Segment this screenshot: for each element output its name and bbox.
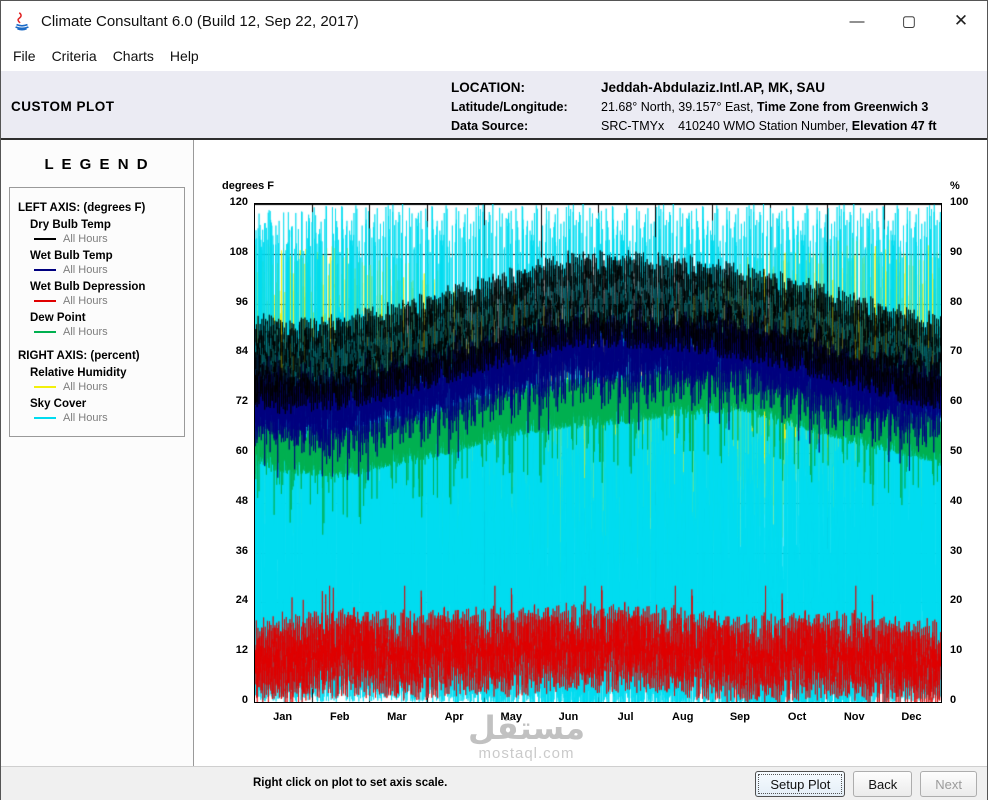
timezone-value: Time Zone from Greenwich 3 [756, 100, 929, 114]
latlong-value: 21.68° North, 39.157° East, [601, 100, 757, 114]
right-axis-tick: 40 [950, 494, 963, 507]
legend-entry-sky-cover: Sky Cover All Hours [30, 398, 180, 424]
right-axis-tick: 50 [950, 445, 963, 457]
wet-bulb-depression-line-swatch [34, 300, 56, 302]
java-icon [15, 12, 29, 31]
location-label: LOCATION: [451, 80, 525, 95]
legend-entry-dew-point: Dew Point All Hours [30, 312, 180, 338]
legend-panel: L E G E N D LEFT AXIS: (degrees F) Dry B… [1, 140, 194, 766]
window-title: Climate Consultant 6.0 (Build 12, Sep 22… [41, 12, 359, 30]
legend-entry-hours: All Hours [63, 326, 108, 338]
left-axis-tick: 84 [235, 345, 248, 358]
left-axis-tick: 120 [229, 196, 248, 208]
relative-humidity-line-swatch [34, 386, 56, 388]
axis-scale-hint: Right click on plot to set axis scale. [253, 777, 448, 789]
left-axis-tick: 12 [235, 644, 248, 657]
month-label: Dec [901, 711, 922, 723]
right-axis-tick: 70 [950, 345, 963, 358]
month-label: Mar [387, 711, 407, 723]
legend-right-axis-section: RIGHT AXIS: (percent) [18, 350, 140, 362]
legend-entry-relative-humidity: Relative Humidity All Hours [30, 367, 180, 393]
left-axis-tick: 72 [235, 395, 248, 408]
chart-panel: degrees F % 0 12 24 36 48 60 72 84 96 108 120 0 10 20… [194, 140, 987, 766]
right-axis-tick: 20 [950, 594, 963, 607]
right-axis-tick: 80 [950, 295, 963, 308]
close-button[interactable]: ✕ [935, 1, 987, 41]
location-value: Jeddah-Abdulaziz.Intl.AP, MK, SAU [601, 80, 826, 95]
header: CUSTOM PLOT LOCATION: Jeddah-Abdulaziz.I… [1, 71, 987, 140]
month-label: Jan [273, 711, 293, 723]
menu-criteria[interactable]: Criteria [44, 45, 105, 67]
left-axis-tick: 24 [235, 594, 248, 607]
plot-canvas[interactable] [255, 204, 941, 702]
legend-entry-hours: All Hours [63, 295, 108, 307]
footer-bar: Right click on plot to set axis scale. S… [1, 766, 987, 800]
right-axis-tick: 0 [950, 694, 957, 706]
left-axis-title: degrees F [222, 180, 274, 192]
menu-charts[interactable]: Charts [105, 45, 162, 67]
next-button[interactable]: Next [920, 771, 977, 797]
month-label: Apr [444, 711, 464, 723]
title-bar: Climate Consultant 6.0 (Build 12, Sep 22… [1, 1, 987, 41]
latlong-label: Latitude/Longitude: [451, 100, 568, 114]
dry-bulb-line-swatch [34, 238, 56, 240]
legend-entry-hours: All Hours [63, 233, 108, 245]
right-axis-tick: 100 [950, 196, 969, 208]
legend-entry-wet-bulb: Wet Bulb Temp All Hours [30, 250, 180, 276]
month-label: Jun [558, 711, 579, 723]
plot-area [254, 203, 942, 703]
left-axis-tick: 48 [235, 494, 248, 507]
left-axis-tick: 60 [235, 445, 248, 457]
left-axis-tick: 108 [229, 245, 248, 258]
left-axis-tick: 96 [235, 295, 248, 308]
legend-left-axis-section: LEFT AXIS: (degrees F) [18, 202, 146, 214]
legend-entry-name: Relative Humidity [30, 367, 127, 379]
left-axis-tick: 36 [235, 544, 248, 557]
maximize-button[interactable]: ▢ [883, 1, 935, 41]
right-axis-tick: 30 [950, 544, 963, 557]
sky-cover-line-swatch [34, 417, 56, 419]
menu-bar: File Criteria Charts Help [1, 41, 987, 71]
legend-entry-name: Wet Bulb Depression [30, 281, 146, 293]
legend-entry-name: Wet Bulb Temp [30, 250, 113, 262]
legend-title: L E G E N D [44, 156, 150, 173]
month-label: Aug [672, 711, 694, 723]
month-label: Feb [329, 711, 350, 723]
right-axis-tick: 10 [950, 644, 963, 657]
minimize-button[interactable]: — [831, 1, 883, 41]
legend-entry-name: Dry Bulb Temp [30, 219, 111, 231]
left-axis-tick: 0 [241, 694, 248, 706]
right-axis-tick: 60 [950, 395, 963, 408]
month-label: Nov [843, 711, 865, 723]
datasource-label: Data Source: [451, 119, 529, 133]
datasource-value: SRC-TMYx 410240 WMO Station Number, [601, 119, 852, 133]
legend-entry-dry-bulb: Dry Bulb Temp All Hours [30, 219, 180, 245]
legend-entry-name: Sky Cover [30, 398, 87, 410]
location-block: LOCATION: Jeddah-Abdulaziz.Intl.AP, MK, … [451, 78, 937, 136]
legend-entry-hours: All Hours [63, 381, 108, 393]
main-area: L E G E N D LEFT AXIS: (degrees F) Dry B… [1, 140, 987, 766]
month-label: May [500, 711, 522, 723]
app-window: Climate Consultant 6.0 (Build 12, Sep 22… [0, 0, 988, 800]
legend-entry-wet-bulb-depression: Wet Bulb Depression All Hours [30, 281, 180, 307]
month-label: Sep [729, 711, 750, 723]
back-button[interactable]: Back [853, 771, 913, 797]
legend-entry-hours: All Hours [63, 412, 108, 424]
setup-plot-button[interactable]: Setup Plot [755, 771, 846, 797]
month-label: Jul [617, 711, 634, 723]
legend-box: LEFT AXIS: (degrees F) Dry Bulb Temp All… [9, 187, 185, 437]
legend-entry-hours: All Hours [63, 264, 108, 276]
right-axis-tick: 90 [950, 245, 963, 258]
menu-file[interactable]: File [5, 45, 44, 67]
menu-help[interactable]: Help [162, 45, 207, 67]
right-axis-title: % [950, 180, 960, 192]
dew-point-line-swatch [34, 331, 56, 333]
elevation-value: Elevation 47 ft [851, 119, 937, 133]
page-title: CUSTOM PLOT [11, 99, 115, 114]
legend-entry-name: Dew Point [30, 312, 86, 324]
month-label: Oct [787, 711, 807, 723]
wet-bulb-line-swatch [34, 269, 56, 271]
